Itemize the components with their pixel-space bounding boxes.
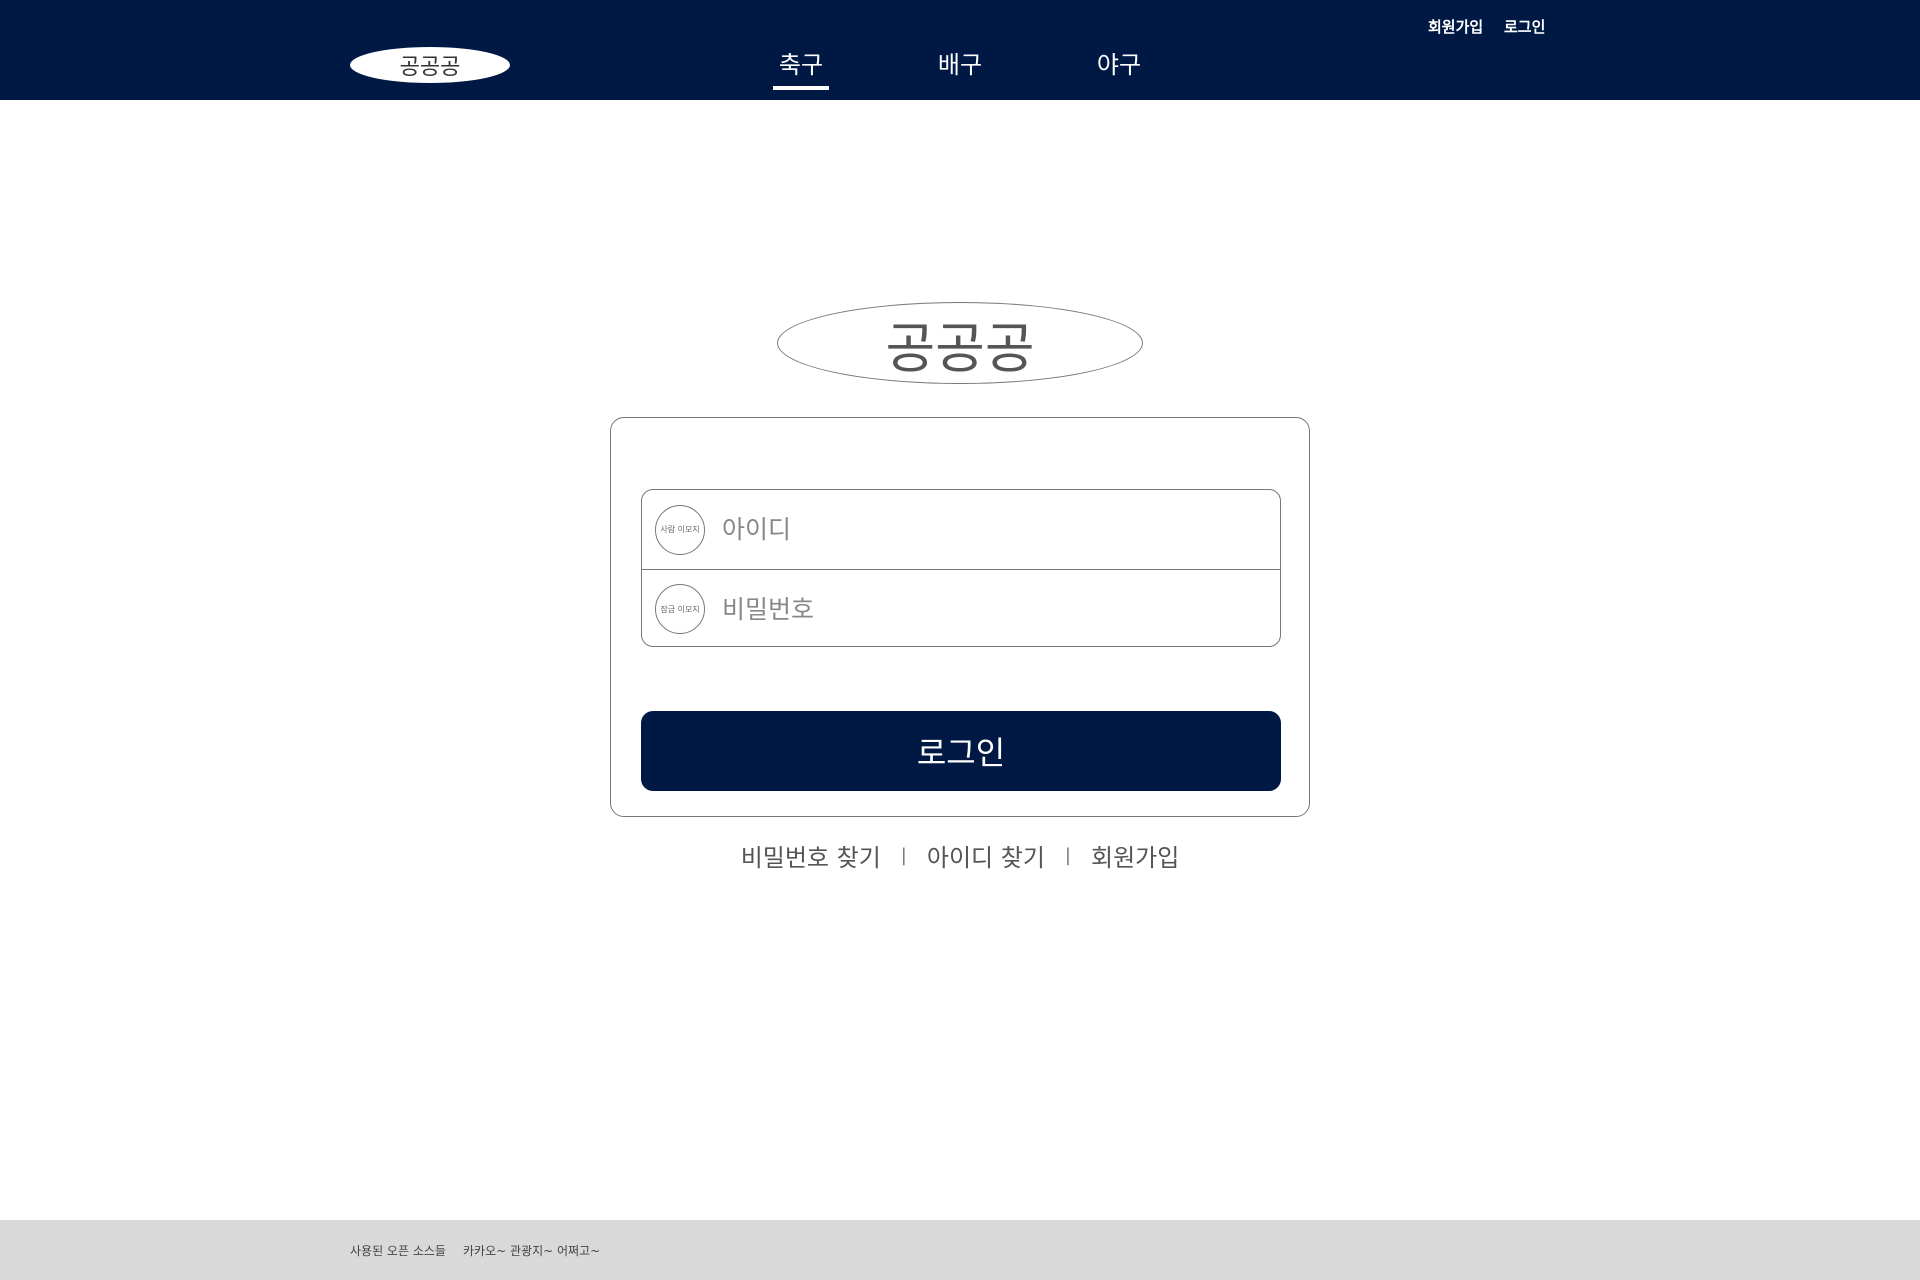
account-links: 비밀번호 찾기 | 아이디 찾기 | 회원가입 xyxy=(610,838,1310,872)
login-button[interactable]: 로그인 xyxy=(641,711,1281,791)
password-row: 잠금 이모지 xyxy=(642,569,1280,646)
login-card: 사람 이모지 잠금 이모지 로그인 xyxy=(610,417,1310,817)
credentials-group: 사람 이모지 잠금 이모지 xyxy=(641,489,1281,647)
header-login-link[interactable]: 로그인 xyxy=(1504,16,1545,37)
top-header: 공공공 축구 배구 야구 회원가입 로그인 xyxy=(0,0,1920,100)
lock-icon: 잠금 이모지 xyxy=(655,584,705,634)
signup-link[interactable]: 회원가입 xyxy=(1091,838,1179,873)
find-password-link[interactable]: 비밀번호 찾기 xyxy=(741,838,881,873)
link-separator: | xyxy=(1064,844,1071,866)
nav-tab-baseball[interactable]: 야구 xyxy=(1079,48,1159,90)
main-logo: 공공공 xyxy=(777,302,1143,384)
password-input[interactable] xyxy=(722,584,1262,634)
header-signup-link[interactable]: 회원가입 xyxy=(1428,16,1483,37)
footer: 사용된 오픈 소스들 카카오~ 관광지~ 어쩌고~ xyxy=(0,1220,1920,1280)
nav-tab-soccer[interactable]: 축구 xyxy=(761,48,841,90)
footer-sources-list: 카카오~ 관광지~ 어쩌고~ xyxy=(463,1244,601,1258)
link-separator: | xyxy=(900,844,907,866)
nav-tab-volleyball[interactable]: 배구 xyxy=(920,48,1000,90)
id-row: 사람 이모지 xyxy=(642,490,1280,569)
find-id-link[interactable]: 아이디 찾기 xyxy=(927,838,1045,873)
footer-sources-label: 사용된 오픈 소스들 xyxy=(350,1244,446,1258)
header-logo[interactable]: 공공공 xyxy=(350,47,510,83)
person-icon: 사람 이모지 xyxy=(655,504,705,555)
id-input[interactable] xyxy=(722,504,1262,554)
